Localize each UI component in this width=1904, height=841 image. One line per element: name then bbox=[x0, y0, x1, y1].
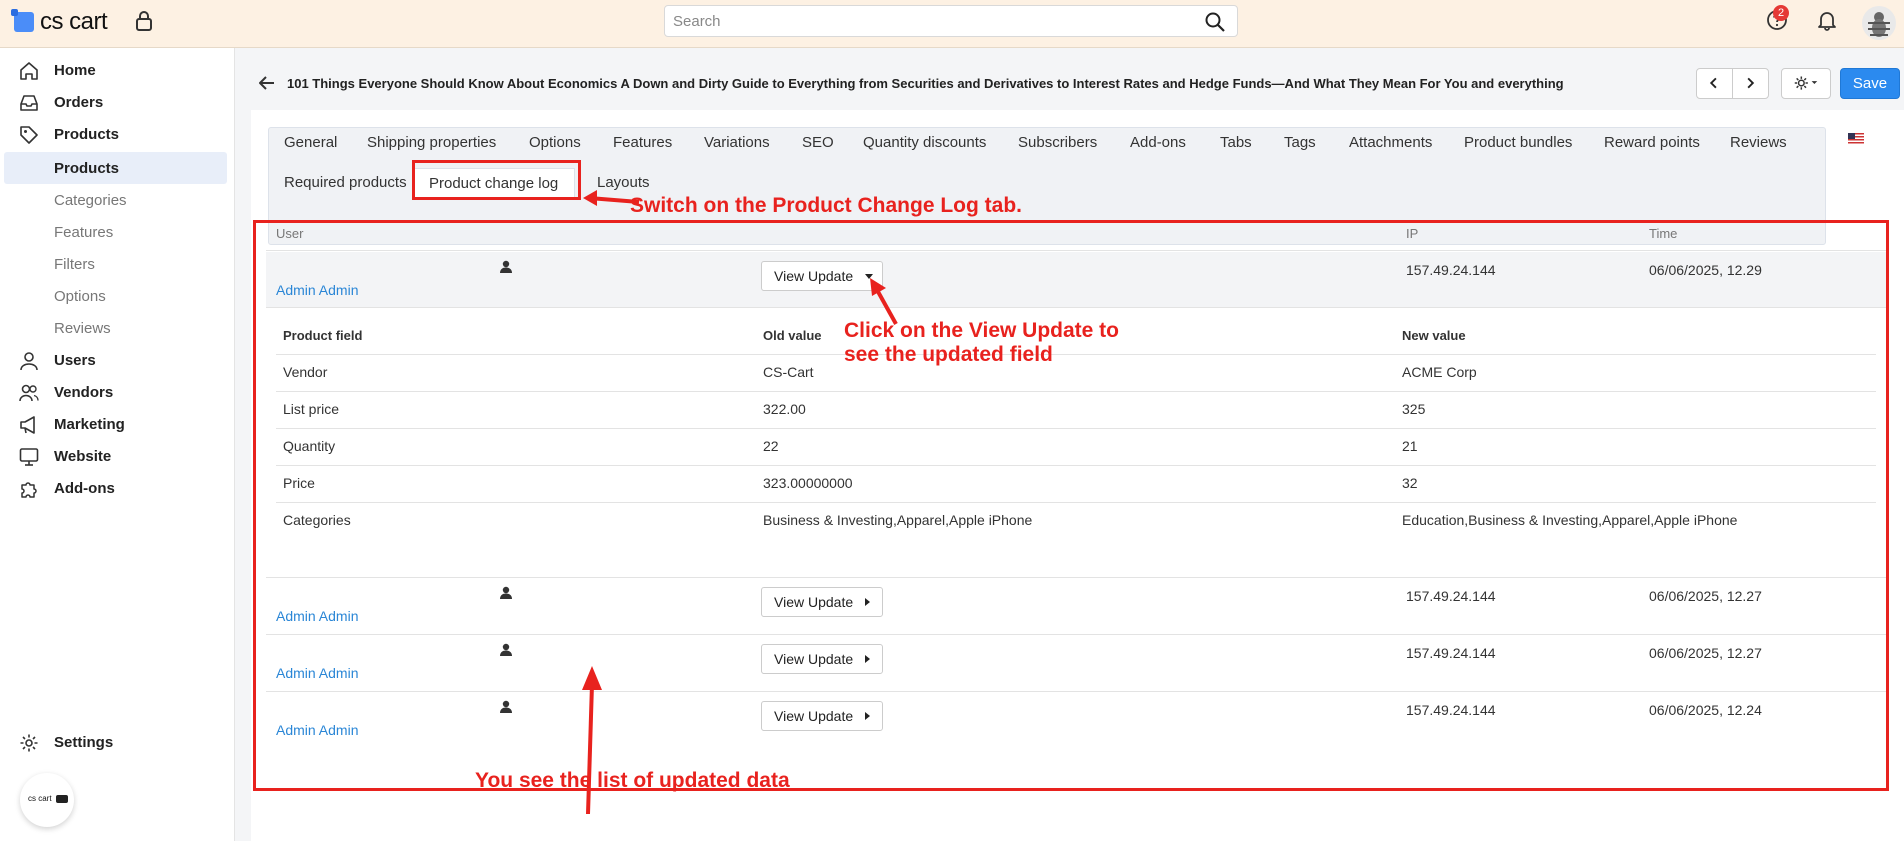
tab-options[interactable]: Options bbox=[529, 134, 581, 151]
tab-attachments[interactable]: Attachments bbox=[1349, 134, 1432, 151]
logo-mark-icon bbox=[11, 9, 34, 32]
notification-count-badge: 2 bbox=[1773, 5, 1789, 21]
sidebar-item-home[interactable]: Home bbox=[0, 54, 235, 86]
sidebar-item-label: Add-ons bbox=[54, 479, 115, 497]
tab-product-bundles[interactable]: Product bundles bbox=[1464, 134, 1572, 151]
gear-icon bbox=[20, 734, 38, 752]
search-icon[interactable] bbox=[1205, 12, 1225, 32]
next-product-button[interactable] bbox=[1732, 68, 1769, 99]
inbox-icon bbox=[20, 95, 38, 111]
bell-icon[interactable] bbox=[1816, 9, 1838, 31]
tab-shipping-properties[interactable]: Shipping properties bbox=[367, 134, 496, 151]
annotation-switch-tab: Switch on the Product Change Log tab. bbox=[630, 194, 1022, 217]
previous-product-button[interactable] bbox=[1696, 68, 1733, 99]
sidebar-subitem-label: Products bbox=[54, 160, 120, 177]
logo-text: cs cart bbox=[40, 8, 108, 35]
sidebar-item-marketing[interactable]: Marketing bbox=[0, 408, 235, 440]
sidebar-item-add-ons[interactable]: Add-ons bbox=[0, 472, 235, 504]
annotation-list-note: You see the list of updated data bbox=[475, 769, 790, 792]
monitor-icon bbox=[19, 448, 39, 466]
sidebar-subitem-label: Features bbox=[54, 224, 114, 241]
user-icon bbox=[20, 352, 38, 371]
gear-icon bbox=[1794, 76, 1818, 90]
sidebar-item-label: Marketing bbox=[54, 415, 125, 433]
main-content: 101 Things Everyone Should Know About Ec… bbox=[236, 48, 1904, 841]
bug-avatar-icon bbox=[1868, 12, 1890, 37]
sidebar-item-website[interactable]: Website bbox=[0, 440, 235, 472]
sidebar-item-vendors[interactable]: Vendors bbox=[0, 376, 235, 408]
tab-tags[interactable]: Tags bbox=[1284, 134, 1316, 151]
sidebar-subitem-label: Filters bbox=[54, 256, 95, 273]
tab-features[interactable]: Features bbox=[613, 134, 672, 151]
mini-logo-text: cs cart bbox=[28, 794, 52, 803]
mini-logo-bar-icon bbox=[56, 795, 68, 803]
sidebar-subitem-label: Options bbox=[54, 288, 106, 305]
mini-logo-button[interactable]: cs cart bbox=[20, 773, 74, 827]
cs-cart-logo[interactable]: cs cart bbox=[11, 8, 108, 36]
megaphone-icon bbox=[20, 416, 35, 434]
sidebar-subitem-reviews[interactable]: Reviews bbox=[0, 312, 235, 344]
sidebar-subitem-features[interactable]: Features bbox=[0, 216, 235, 248]
annotation-click-view-line1: Click on the View Update to bbox=[844, 319, 1119, 342]
sidebar-subitem-options[interactable]: Options bbox=[0, 280, 235, 312]
sidebar-subitem-label: Categories bbox=[54, 192, 127, 209]
annotation-tab-highlight bbox=[412, 160, 581, 200]
tab-subscribers[interactable]: Subscribers bbox=[1018, 134, 1097, 151]
sidebar: Home Orders Products Products Categories… bbox=[0, 48, 235, 841]
sidebar-item-settings[interactable]: Settings bbox=[0, 726, 235, 758]
avatar[interactable] bbox=[1862, 6, 1896, 40]
page-title: 101 Things Everyone Should Know About Ec… bbox=[287, 76, 1564, 91]
sidebar-item-label: Users bbox=[54, 351, 96, 369]
annotation-table-highlight bbox=[253, 220, 1889, 791]
annotation-click-view-line2: see the updated field bbox=[844, 343, 1053, 366]
sidebar-item-label: Orders bbox=[54, 93, 104, 111]
lock-icon[interactable] bbox=[135, 11, 153, 31]
tab-required-products[interactable]: Required products bbox=[284, 174, 407, 191]
chevron-right-icon bbox=[1747, 77, 1755, 89]
home-icon bbox=[20, 62, 38, 80]
tag-icon bbox=[20, 126, 38, 144]
search-input[interactable] bbox=[665, 6, 1185, 36]
tab-layouts[interactable]: Layouts bbox=[597, 174, 650, 191]
us-flag-icon[interactable] bbox=[1848, 133, 1864, 144]
sidebar-item-users[interactable]: Users bbox=[0, 344, 235, 376]
sidebar-item-products[interactable]: Products bbox=[0, 118, 235, 150]
sidebar-item-label: Settings bbox=[54, 733, 114, 751]
sidebar-subitem-categories[interactable]: Categories bbox=[0, 184, 235, 216]
sidebar-item-label: Products bbox=[54, 125, 120, 143]
sidebar-subitem-label: Reviews bbox=[54, 320, 111, 337]
chevron-left-icon bbox=[1709, 77, 1717, 89]
tab-seo[interactable]: SEO bbox=[802, 134, 834, 151]
tab-reviews[interactable]: Reviews bbox=[1730, 134, 1787, 151]
tab-tabs[interactable]: Tabs bbox=[1220, 134, 1252, 151]
annotation-arrow-up bbox=[582, 666, 602, 815]
users-icon bbox=[19, 384, 39, 402]
save-button[interactable]: Save bbox=[1840, 68, 1900, 99]
tab-reward-points[interactable]: Reward points bbox=[1604, 134, 1700, 151]
tab-quantity-discounts[interactable]: Quantity discounts bbox=[863, 134, 986, 151]
tab-general[interactable]: General bbox=[284, 134, 337, 151]
sidebar-item-label: Vendors bbox=[54, 383, 114, 401]
settings-dropdown-button[interactable] bbox=[1781, 68, 1831, 99]
sidebar-item-label: Website bbox=[54, 447, 112, 465]
sidebar-item-orders[interactable]: Orders bbox=[0, 86, 235, 118]
search-box bbox=[664, 5, 1238, 37]
tab-variations[interactable]: Variations bbox=[704, 134, 770, 151]
sidebar-subitem-products[interactable]: Products bbox=[4, 152, 227, 184]
sidebar-subitem-filters[interactable]: Filters bbox=[0, 248, 235, 280]
sidebar-item-label: Home bbox=[54, 61, 96, 79]
tab-add-ons[interactable]: Add-ons bbox=[1130, 134, 1186, 151]
top-bar: cs cart 2 bbox=[0, 0, 1904, 48]
back-arrow-icon[interactable] bbox=[258, 74, 276, 92]
puzzle-icon bbox=[21, 482, 37, 498]
